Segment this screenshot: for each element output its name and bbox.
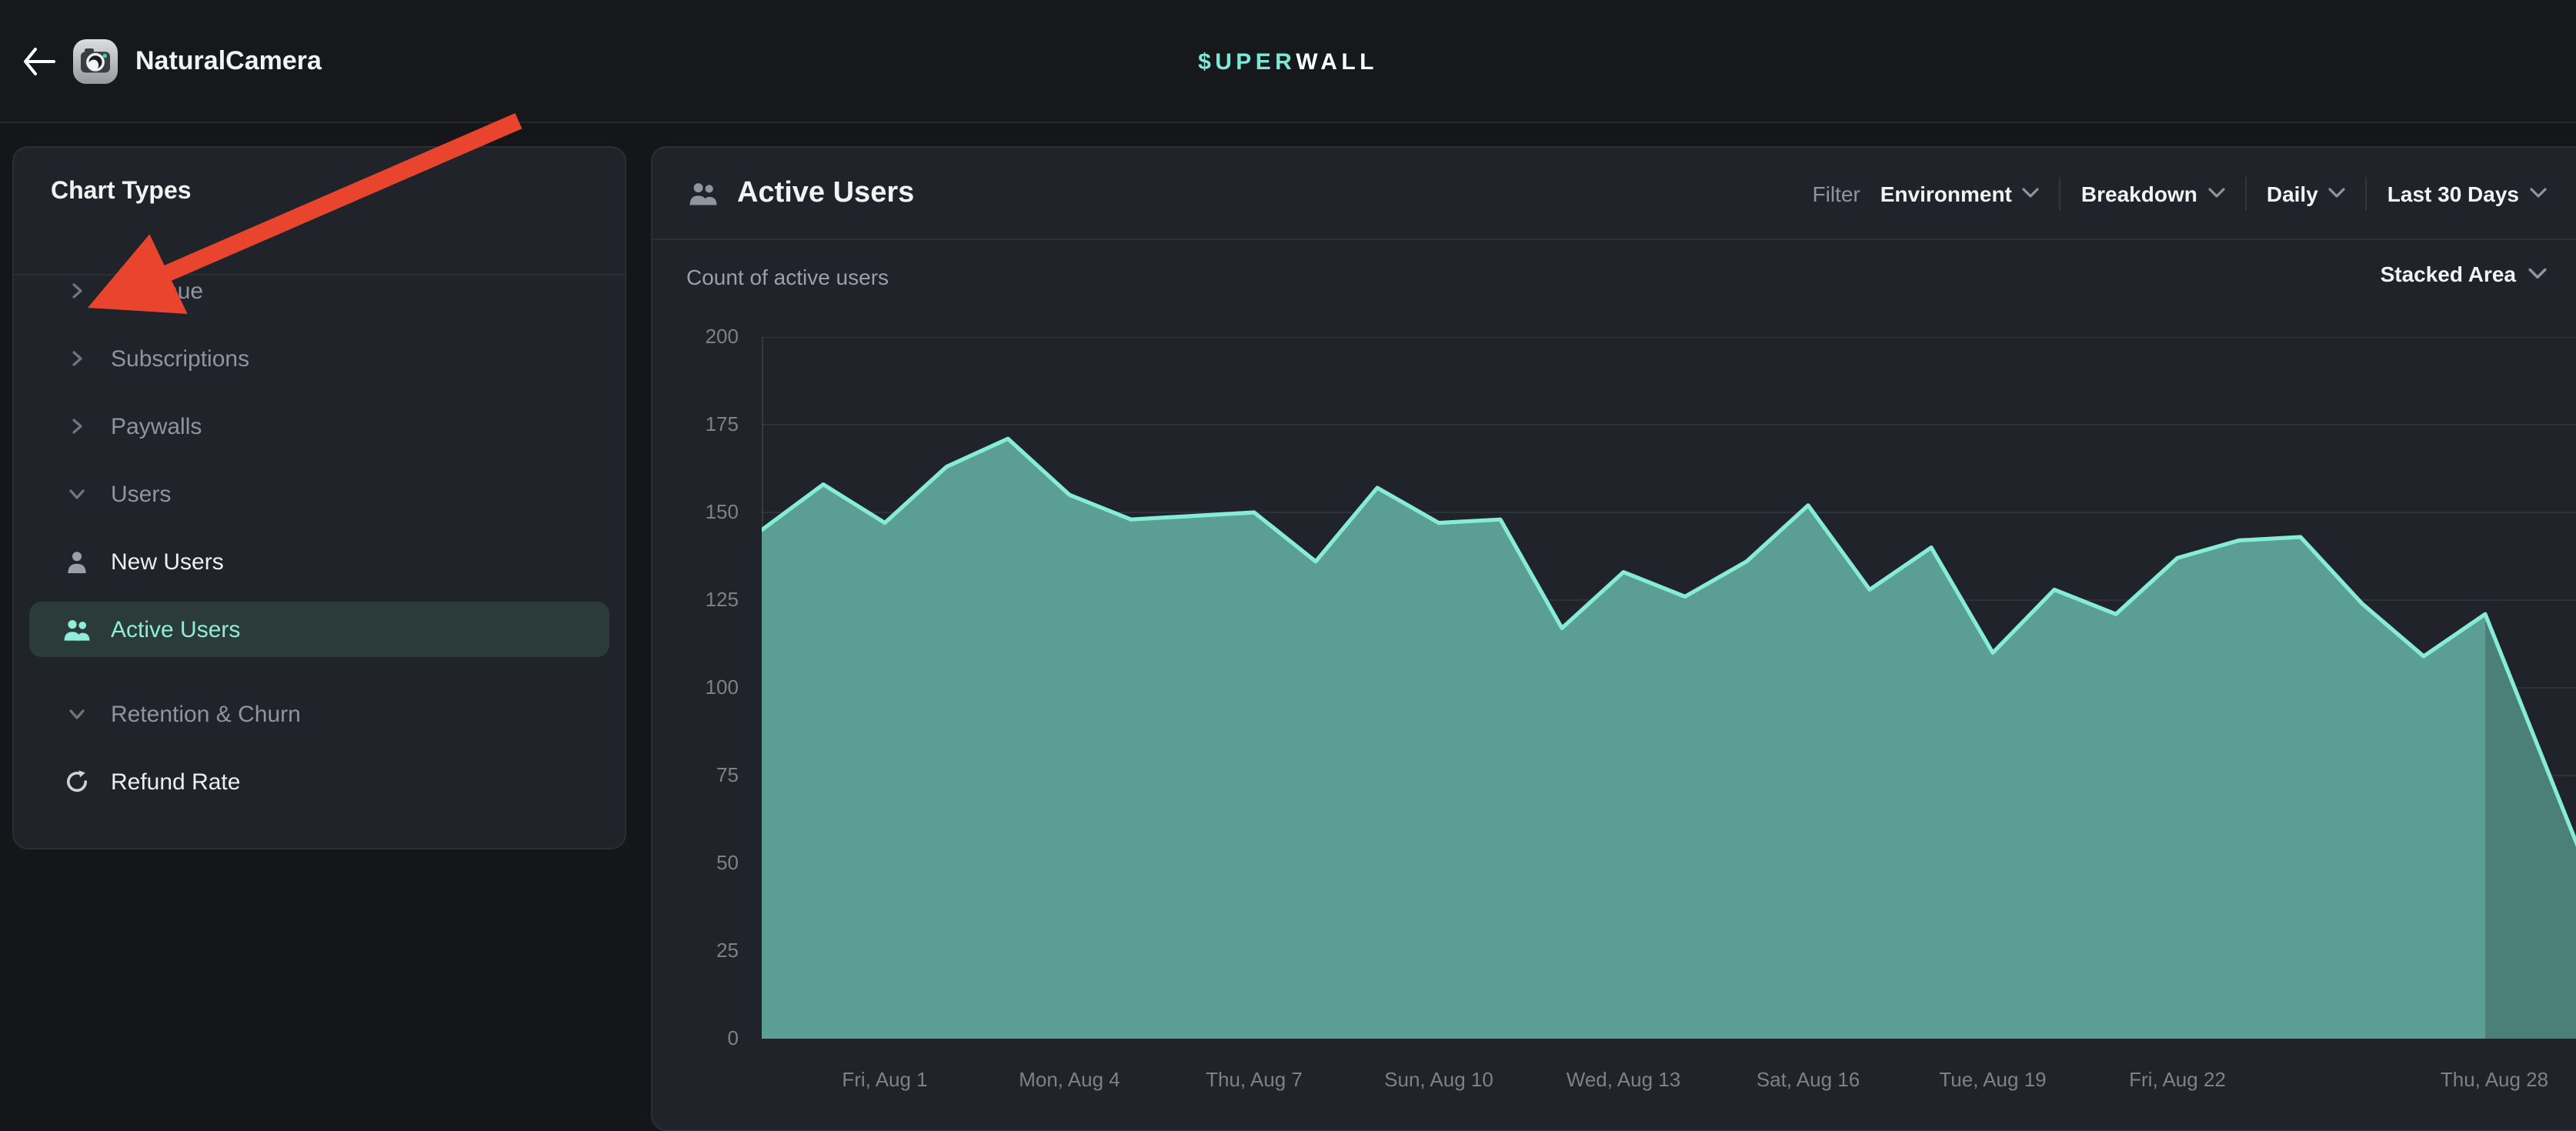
x-axis-labels: Fri, Aug 1 Mon, Aug 4 Thu, Aug 7 Sun, Aug 1… (762, 1068, 2576, 1099)
environment-dropdown[interactable]: Environment (1880, 181, 2040, 205)
filter-label: Filter (1813, 181, 1860, 205)
sidebar-item-revenue[interactable]: Revenue (29, 263, 609, 319)
sidebar-item-active-users[interactable]: Active Users (29, 602, 609, 657)
y-tick-label: 0 (652, 1025, 739, 1053)
sidebar-item-subscriptions[interactable]: Subscriptions (29, 331, 609, 386)
y-tick-label: 75 (652, 762, 739, 789)
sidebar-item-new-users[interactable]: New Users (29, 534, 609, 589)
x-tick-label: Sun, Aug 10 (1384, 1068, 1493, 1091)
x-tick-label: Sat, Aug 16 (1757, 1068, 1860, 1091)
x-tick-label: Thu, Aug 7 (1206, 1068, 1303, 1091)
chevron-down-icon (2528, 268, 2547, 280)
chart-title: Active Users (737, 176, 914, 210)
x-tick-label: Wed, Aug 13 (1567, 1068, 1680, 1091)
chevron-down-icon (2208, 188, 2225, 199)
controls-divider (2366, 176, 2367, 210)
sidebar-item-label: New Users (111, 549, 224, 575)
area-fill (762, 439, 2485, 1039)
breakdown-value: Breakdown (2081, 181, 2197, 205)
refresh-icon (60, 769, 94, 794)
granularity-value: Daily (2267, 181, 2318, 205)
y-tick-label: 50 (652, 849, 739, 877)
chart-header-divider (652, 239, 2576, 240)
y-tick-label: 200 (652, 323, 739, 351)
active-users-chart-panel: Active Users Filter Environment Breakdow… (651, 146, 2576, 1131)
chevron-right-icon (60, 282, 94, 300)
sidebar-item-label: Subscriptions (111, 345, 249, 372)
breakdown-dropdown[interactable]: Breakdown (2081, 181, 2225, 205)
controls-divider (2060, 176, 2061, 210)
x-tick-label: Thu, Aug 28 (2441, 1068, 2548, 1091)
sidebar-title: Chart Types (51, 178, 192, 206)
sidebar-item-label: Revenue (111, 278, 203, 304)
sidebar-item-label: Users (111, 481, 171, 507)
area-fill-dimmed (2485, 614, 2576, 1039)
people-icon (60, 618, 94, 641)
sidebar-item-retention-churn[interactable]: Retention & Churn (29, 686, 609, 742)
logo-suffix: WALL (1296, 48, 1378, 75)
sidebar-item-refund-rate[interactable]: Refund Rate (29, 754, 609, 809)
sidebar-item-users[interactable]: Users (29, 466, 609, 522)
chart-type-value: Stacked Area (2381, 262, 2516, 286)
sidebar-item-label: Refund Rate (111, 769, 240, 795)
chevron-down-icon (2023, 188, 2040, 199)
y-axis-labels: 0 25 50 75 100 125 150 175 200 (652, 148, 739, 1129)
superwall-logo: $UPERWALL (0, 0, 2576, 123)
x-tick-label: Tue, Aug 19 (1939, 1068, 2046, 1091)
sidebar-item-paywalls[interactable]: Paywalls (29, 399, 609, 454)
environment-value: Environment (1880, 181, 2012, 205)
y-tick-label: 100 (652, 674, 739, 702)
chart-controls: Filter Environment Breakdown Daily Last … (1813, 148, 2548, 239)
date-range-dropdown[interactable]: Last 30 Days (2387, 181, 2547, 205)
controls-divider (2245, 176, 2247, 210)
sidebar-item-label: Paywalls (111, 413, 202, 439)
chart-type-dropdown[interactable]: Stacked Area (2381, 262, 2547, 286)
top-bar: NaturalCamera $UPERWALL (0, 0, 2576, 123)
sidebar-item-label: Active Users (111, 616, 240, 642)
chevron-right-icon (60, 417, 94, 435)
chevron-right-icon (60, 349, 94, 368)
chevron-down-icon (2329, 188, 2346, 199)
x-tick-label: Mon, Aug 4 (1019, 1068, 1120, 1091)
logo-prefix: $UPER (1198, 48, 1296, 75)
x-tick-label: Fri, Aug 1 (842, 1068, 927, 1091)
x-tick-label: Fri, Aug 22 (2129, 1068, 2226, 1091)
y-tick-label: 25 (652, 937, 739, 965)
person-icon (60, 550, 94, 573)
app-window: NaturalCamera $UPERWALL Chart Types Reve… (0, 0, 2576, 1113)
y-tick-label: 175 (652, 411, 739, 439)
y-tick-label: 125 (652, 586, 739, 614)
date-range-value: Last 30 Days (2387, 181, 2519, 205)
chevron-down-icon (60, 486, 94, 502)
granularity-dropdown[interactable]: Daily (2267, 181, 2346, 205)
chart-types-sidebar: Chart Types Revenue Subscriptions Paywal… (12, 146, 626, 849)
chevron-down-icon (2530, 188, 2547, 199)
chevron-down-icon (60, 706, 94, 722)
sidebar-item-label: Retention & Churn (111, 701, 301, 727)
y-tick-label: 150 (652, 499, 739, 526)
area-chart (762, 337, 2576, 1039)
